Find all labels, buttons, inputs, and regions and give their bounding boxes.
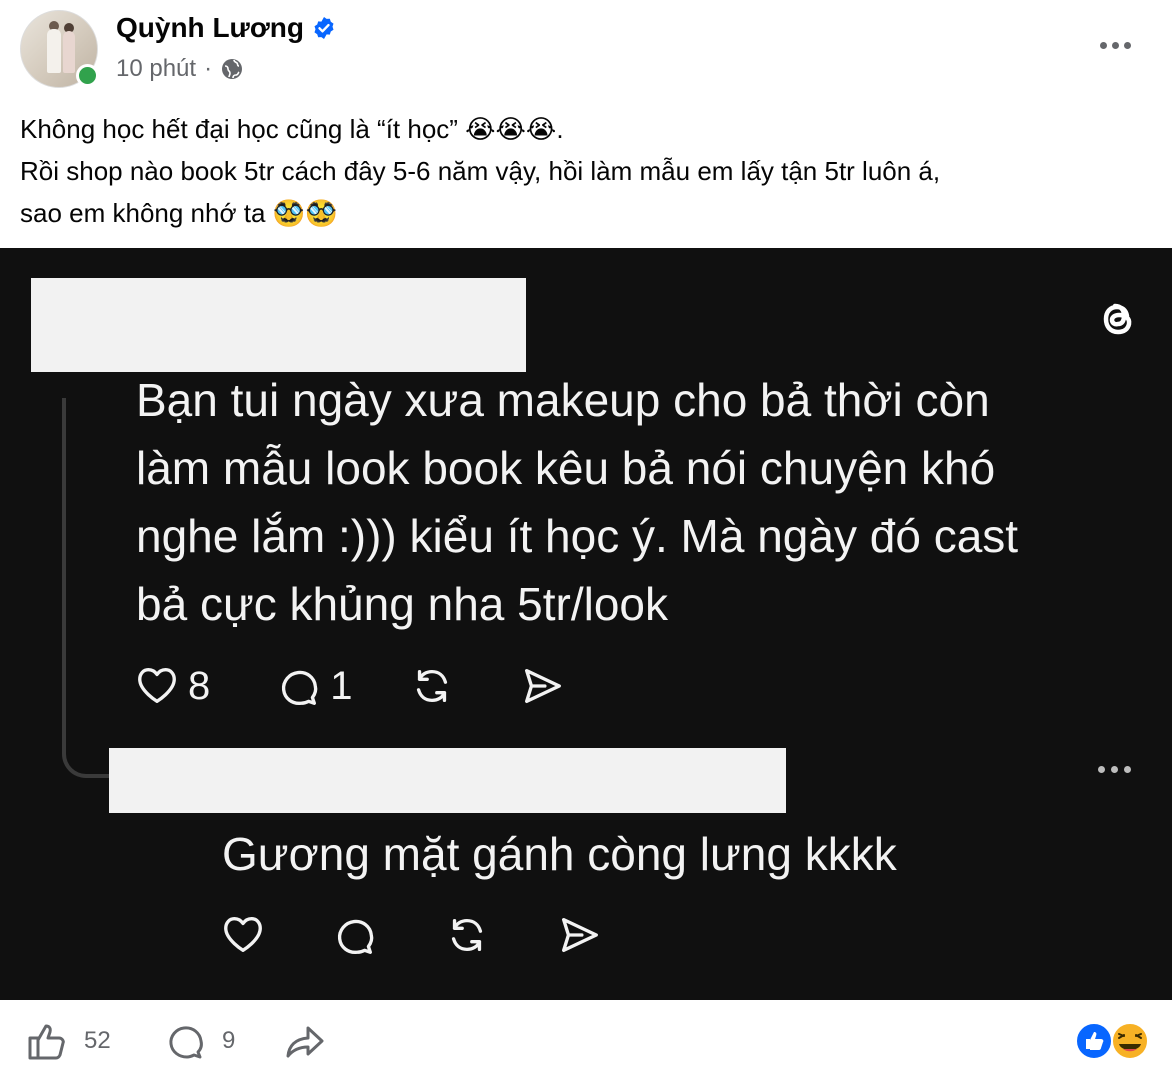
heart-icon [224, 917, 262, 953]
comment-icon [169, 1026, 203, 1059]
post-time[interactable]: 10 phút [116, 55, 196, 83]
redacted-username [31, 278, 526, 372]
post-header: Quỳnh Lương 10 phút · [0, 0, 1172, 100]
share-arrow-icon [286, 1026, 324, 1058]
more-icon [1098, 766, 1105, 773]
like-count: 8 [188, 663, 211, 708]
comment-2-repost-button[interactable] [444, 912, 490, 958]
caption-line: Rồi shop nào book 5tr cách đây 5-6 năm v… [20, 156, 941, 186]
share-button[interactable] [284, 1020, 326, 1062]
comment-1-repost-button[interactable] [409, 663, 455, 709]
comment-count: 9 [222, 1027, 236, 1054]
comment-1-share-button[interactable] [519, 663, 565, 709]
author-name[interactable]: Quỳnh Lương [116, 12, 304, 44]
threads-logo-icon [1103, 303, 1132, 335]
globe-icon [222, 59, 243, 79]
like-count: 52 [84, 1027, 111, 1054]
comment-1-reply-button[interactable]: 1 [276, 663, 353, 709]
haha-icon [1111, 1022, 1149, 1060]
comment-button[interactable]: 9 [164, 1020, 235, 1062]
post-footer: 52 9 [0, 1000, 1172, 1086]
meta-separator: · [204, 55, 213, 82]
comment-1-like-button[interactable]: 8 [134, 663, 210, 709]
reactions-summary[interactable] [1074, 1020, 1154, 1062]
more-icon [1099, 41, 1107, 49]
like-icon [28, 1024, 65, 1060]
reply-thread-line [62, 398, 122, 778]
reply-count: 1 [330, 663, 353, 708]
like-button[interactable]: 52 [26, 1020, 111, 1062]
comment-2-text: Gương mặt gánh còng lưng kkkk [222, 828, 897, 880]
post-meta: 10 phút · [116, 55, 244, 83]
share-icon [561, 917, 598, 953]
comment-2-like-button[interactable] [220, 912, 266, 958]
comment-1-actions: 8 1 [134, 664, 565, 708]
comment-2-more-button[interactable] [1098, 766, 1131, 773]
online-status-dot [76, 64, 99, 87]
share-icon [524, 668, 561, 704]
like-reaction-icon [1075, 1022, 1113, 1060]
comment-line: nghe lắm :))) kiểu ít học ý. Mà ngày đó … [136, 510, 1019, 562]
heart-icon [138, 668, 176, 704]
author-name-row: Quỳnh Lương [116, 12, 336, 44]
caption-line: sao em không nhớ ta 🥸🥸 [20, 198, 338, 228]
comment-2-actions [220, 912, 602, 958]
attached-screenshot[interactable]: Bạn tui ngày xưa makeup cho bả thời còn … [0, 248, 1172, 1000]
comment-line: bả cực khủng nha 5tr/look [136, 578, 669, 630]
comment-1-text: Bạn tui ngày xưa makeup cho bả thời còn … [136, 366, 1156, 638]
more-options-button[interactable] [1090, 28, 1140, 62]
verified-icon [314, 17, 334, 39]
repost-icon [451, 918, 483, 952]
repost-icon [416, 669, 447, 703]
comment-2-reply-button[interactable] [332, 912, 378, 958]
redacted-username [109, 748, 786, 813]
comment-line: làm mẫu look book kêu bả nói chuyện khó [136, 442, 996, 494]
comment-icon [282, 670, 318, 705]
comment-2-share-button[interactable] [556, 912, 602, 958]
comment-icon [337, 919, 374, 954]
caption-line: Không học hết đại học cũng là “ít học” 😭… [20, 114, 564, 144]
comment-line: Bạn tui ngày xưa makeup cho bả thời còn [136, 374, 990, 426]
post-caption: Không học hết đại học cũng là “ít học” 😭… [20, 108, 1150, 234]
